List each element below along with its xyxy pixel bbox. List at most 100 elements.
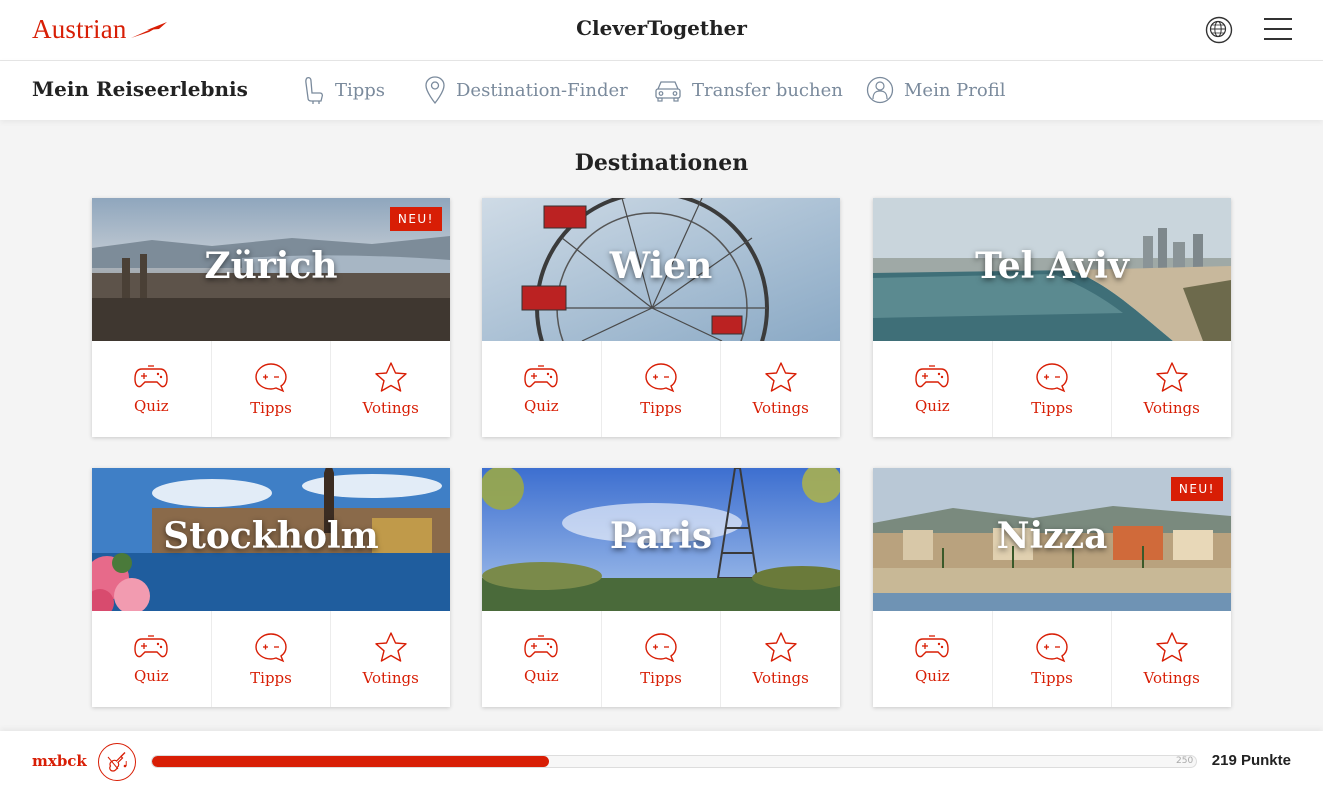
votings-label: Votings (1143, 399, 1200, 417)
username[interactable]: mxbck (32, 752, 87, 770)
destination-image[interactable]: Wien (482, 198, 840, 341)
nav-item-label: Destination-Finder (456, 79, 628, 101)
nav-item-tipps[interactable]: Tipps (303, 75, 385, 105)
gamepad-icon (915, 365, 950, 388)
votings-button[interactable]: Votings (331, 341, 450, 437)
votings-button[interactable]: Votings (1112, 341, 1231, 437)
language-button[interactable] (1204, 15, 1234, 45)
nav-item-transfer-buchen[interactable]: Transfer buchen (654, 75, 843, 105)
quiz-button[interactable]: Quiz (482, 341, 602, 437)
votings-button[interactable]: Votings (721, 611, 840, 707)
tips-button[interactable]: Tipps (993, 341, 1113, 437)
tips-button[interactable]: Tipps (602, 341, 722, 437)
quiz-button[interactable]: Quiz (92, 341, 212, 437)
star-icon (374, 362, 407, 392)
destination-image[interactable]: Zürich NEU! (92, 198, 450, 341)
destination-name: Paris (609, 515, 713, 557)
quiz-button[interactable]: Quiz (482, 611, 602, 707)
destination-card-zurich: Zürich NEU! Quiz Tipps Votings (92, 198, 450, 437)
subnav-title: Mein Reiseerlebnis (32, 77, 248, 101)
location-pin-icon (425, 76, 445, 105)
destination-card-wien: Wien Quiz Tipps Votings (482, 198, 840, 437)
gamepad-icon (915, 635, 950, 658)
violin-icon (107, 752, 127, 772)
nav-item-mein-profil[interactable]: Mein Profil (866, 75, 1005, 105)
quiz-button[interactable]: Quiz (873, 341, 993, 437)
chat-bubble-icon (255, 363, 287, 393)
seat-icon (305, 76, 324, 104)
quiz-button[interactable]: Quiz (92, 611, 212, 707)
tips-button[interactable]: Tipps (212, 341, 332, 437)
destination-card-paris: Paris Quiz Tipps Votings (482, 468, 840, 707)
destination-name: Wien (609, 245, 713, 287)
gamepad-icon (134, 365, 169, 388)
star-icon (1155, 632, 1188, 662)
globe-icon (1205, 16, 1233, 44)
quiz-label: Quiz (134, 667, 169, 685)
nav-item-label: Mein Profil (904, 79, 1006, 101)
new-badge: NEU! (389, 207, 442, 231)
points-label: 219 Punkte (1211, 752, 1291, 769)
new-badge: NEU! (1170, 477, 1223, 501)
destination-name: Zürich (204, 245, 338, 287)
chat-bubble-icon (255, 633, 287, 663)
quiz-label: Quiz (524, 397, 559, 415)
votings-label: Votings (1143, 669, 1200, 687)
tips-label: Tipps (250, 399, 292, 417)
gamepad-icon (524, 365, 559, 388)
chat-bubble-icon (1036, 633, 1068, 663)
votings-label: Votings (752, 669, 809, 687)
gamepad-icon (134, 635, 169, 658)
votings-label: Votings (362, 399, 419, 417)
section-title: Destinationen (574, 150, 749, 176)
destination-name: Stockholm (163, 515, 379, 557)
destination-image[interactable]: Tel Aviv (873, 198, 1231, 341)
car-icon (655, 81, 681, 102)
destination-image[interactable]: Stockholm (92, 468, 450, 611)
chat-bubble-icon (645, 633, 677, 663)
tips-label: Tipps (250, 669, 292, 687)
menu-line (1264, 28, 1292, 30)
tips-button[interactable]: Tipps (993, 611, 1113, 707)
star-icon (764, 632, 797, 662)
tips-label: Tipps (1031, 669, 1073, 687)
star-icon (1155, 362, 1188, 392)
nav-item-label: Transfer buchen (692, 79, 843, 101)
top-bar: Austrian CleverTogether (0, 0, 1323, 61)
destination-card-tel-aviv: Tel Aviv Quiz Tipps Votings (873, 198, 1231, 437)
nav-item-destination-finder[interactable]: Destination-Finder (424, 75, 628, 105)
hamburger-menu-button[interactable] (1264, 18, 1292, 42)
points-progress-bar (151, 755, 1197, 768)
tips-label: Tipps (640, 669, 682, 687)
sub-navigation: Mein Reiseerlebnis Tipps Destination-Fin… (0, 61, 1323, 120)
card-actions: Quiz Tipps Votings (92, 341, 450, 437)
card-actions: Quiz Tipps Votings (873, 611, 1231, 707)
quiz-label: Quiz (915, 397, 950, 415)
tips-button[interactable]: Tipps (212, 611, 332, 707)
user-icon (866, 76, 894, 104)
quiz-label: Quiz (524, 667, 559, 685)
destination-name: Tel Aviv (975, 245, 1129, 287)
destination-image[interactable]: Nizza NEU! (873, 468, 1231, 611)
votings-button[interactable]: Votings (721, 341, 840, 437)
votings-button[interactable]: Votings (331, 611, 450, 707)
destination-name: Nizza (996, 515, 1108, 557)
tips-button[interactable]: Tipps (602, 611, 722, 707)
quiz-label: Quiz (915, 667, 950, 685)
footer-bar: mxbck 250 219 Punkte (0, 731, 1323, 792)
quiz-button[interactable]: Quiz (873, 611, 993, 707)
votings-button[interactable]: Votings (1112, 611, 1231, 707)
tips-label: Tipps (640, 399, 682, 417)
destination-image[interactable]: Paris (482, 468, 840, 611)
votings-label: Votings (752, 399, 809, 417)
chat-bubble-icon (645, 363, 677, 393)
progress-max-label: 250 (1176, 756, 1194, 766)
tips-label: Tipps (1031, 399, 1073, 417)
destination-card-nizza: Nizza NEU! Quiz Tipps Votings (873, 468, 1231, 707)
star-icon (764, 362, 797, 392)
destination-card-stockholm: Stockholm Quiz Tipps Votings (92, 468, 450, 707)
votings-label: Votings (362, 669, 419, 687)
card-actions: Quiz Tipps Votings (482, 341, 840, 437)
avatar[interactable] (98, 743, 136, 781)
quiz-label: Quiz (134, 397, 169, 415)
